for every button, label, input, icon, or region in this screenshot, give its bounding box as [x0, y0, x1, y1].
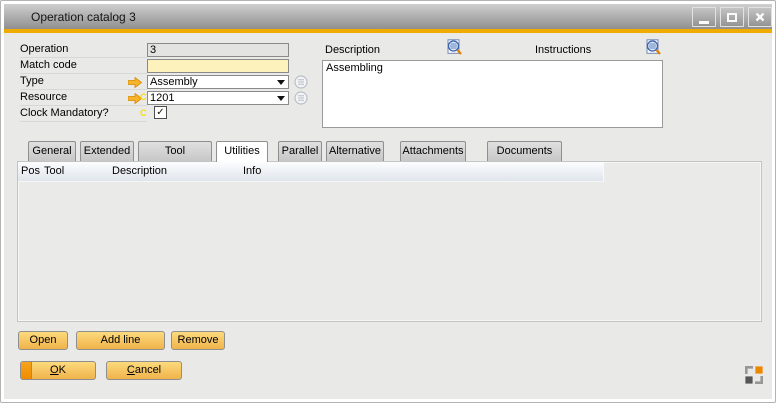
resize-form-icon[interactable]	[745, 366, 763, 384]
tab-general[interactable]: General	[28, 141, 76, 161]
description-edit-icon[interactable]	[445, 39, 463, 56]
grid-body[interactable]	[18, 182, 761, 321]
dialog-content: Operation 3 Match code Type Assembly Res…	[4, 33, 772, 399]
close-icon	[754, 11, 766, 23]
instructions-label: Instructions	[535, 44, 591, 56]
description-label: Description	[325, 44, 380, 56]
tab-utilities[interactable]: Utilities	[216, 141, 268, 162]
add-line-button[interactable]: Add line	[76, 331, 165, 350]
minimize-button[interactable]	[692, 7, 716, 27]
resource-dropdown[interactable]: 1201	[147, 91, 289, 105]
utilities-grid: Pos Tool Description Info	[17, 161, 762, 322]
type-link-arrow-icon[interactable]	[128, 77, 142, 88]
type-list-icon[interactable]	[294, 75, 308, 89]
maximize-icon	[727, 13, 737, 22]
tab-parallel[interactable]: Parallel	[278, 141, 322, 161]
window-title: Operation catalog 3	[31, 10, 136, 24]
window-controls	[692, 7, 772, 27]
tab-attachments[interactable]: Attachments	[400, 141, 466, 161]
column-header-pos[interactable]: Pos	[18, 162, 42, 181]
remove-button[interactable]: Remove	[171, 331, 225, 350]
tab-documents[interactable]: Documents	[487, 141, 562, 161]
match-code-input[interactable]	[147, 59, 289, 73]
column-header-tool[interactable]: Tool	[42, 162, 110, 181]
resource-list-icon[interactable]	[294, 91, 308, 105]
maximize-button[interactable]	[720, 7, 744, 27]
checkmark-icon: ✓	[156, 107, 164, 118]
type-dropdown[interactable]: Assembly	[147, 75, 289, 89]
operation-label: Operation	[20, 43, 147, 58]
cancel-button[interactable]: Cancel	[106, 361, 182, 380]
close-button[interactable]	[748, 7, 772, 27]
ok-button[interactable]: OK	[20, 361, 96, 380]
grid-header-row: Pos Tool Description Info	[18, 162, 604, 182]
instructions-edit-icon[interactable]	[644, 39, 662, 56]
titlebar[interactable]: Operation catalog 3	[4, 4, 772, 29]
minimize-icon	[699, 21, 709, 24]
tab-alternative[interactable]: Alternative	[326, 141, 384, 161]
clock-mandatory-label: Clock Mandatory?	[20, 107, 147, 122]
column-header-description[interactable]: Description	[110, 162, 241, 181]
clock-changed-marker-icon: C	[140, 108, 148, 118]
type-value: Assembly	[150, 76, 198, 88]
resource-value: 1201	[150, 92, 174, 104]
clock-mandatory-checkbox[interactable]: ✓	[154, 106, 167, 119]
resource-dropdown-arrow-icon[interactable]	[277, 96, 285, 101]
match-code-label: Match code	[20, 59, 147, 74]
column-header-info[interactable]: Info	[241, 162, 603, 181]
description-textarea[interactable]: Assembling	[322, 60, 663, 128]
operation-field: 3	[147, 43, 289, 57]
type-dropdown-arrow-icon[interactable]	[277, 80, 285, 85]
open-button[interactable]: Open	[18, 331, 68, 350]
operation-catalog-window: Operation catalog 3 Operation 3 Match co…	[0, 0, 776, 403]
tab-tool[interactable]: Tool	[138, 141, 212, 161]
tab-extended[interactable]: Extended	[80, 141, 134, 161]
